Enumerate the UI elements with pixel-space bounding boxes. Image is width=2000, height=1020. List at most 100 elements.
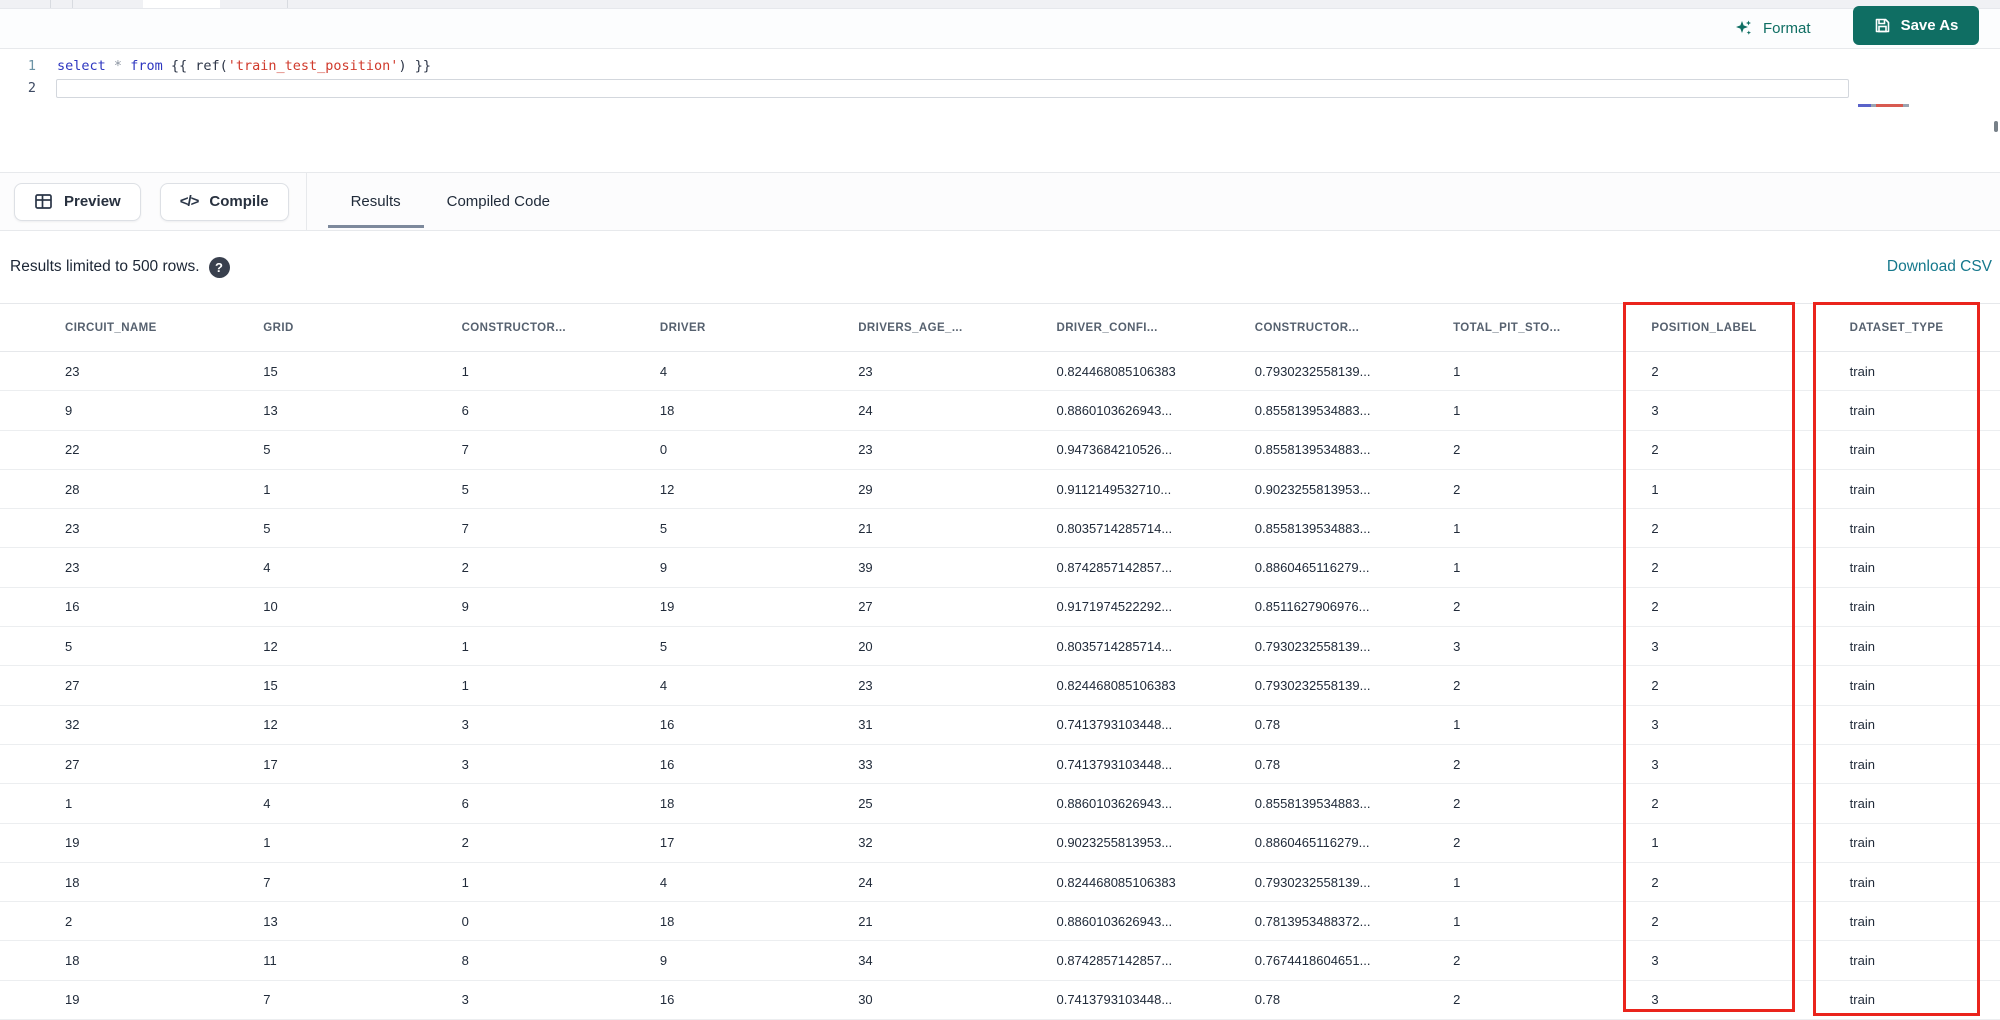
table-cell: 0.8035714285714... <box>1056 520 1173 536</box>
compile-button[interactable]: </> Compile <box>159 182 289 221</box>
results-toolbar: Preview </> Compile Results Compiled Cod… <box>0 172 2000 231</box>
table-cell: 0.824468085106383 <box>1056 678 1176 694</box>
code-brackets-icon: </> <box>179 193 200 210</box>
table-cell: 18 <box>65 874 80 890</box>
table-row: 19 1 2 17 32 0.9023255813953... 0.886046511627… <box>0 824 2000 863</box>
column-header: GRID <box>263 321 294 334</box>
table-row: 19 7 3 16 30 0.7413793103448... 0.78 2 3 train <box>0 981 2000 1020</box>
tab-compiled-code[interactable]: Compiled Code <box>424 173 573 230</box>
table-cell: 0.8860103626943... <box>1056 913 1173 929</box>
table-cell: 28 <box>65 481 80 497</box>
table-cell: 2 <box>1453 599 1461 615</box>
code-token: from <box>130 58 163 74</box>
table-cell: 0.8860465116279... <box>1254 835 1370 851</box>
help-icon[interactable]: ? <box>208 256 230 278</box>
table-cell: train <box>1849 835 1875 851</box>
table-cell: 3 <box>1651 638 1659 654</box>
table-cell: 0.8742857142857... <box>1056 953 1173 969</box>
table-cell: 2 <box>1453 953 1461 969</box>
table-cell: 16 <box>65 599 80 615</box>
table-cell: train <box>1849 913 1875 929</box>
table-cell: 21 <box>858 520 873 536</box>
table-cell: 16 <box>659 717 675 733</box>
code-line[interactable]: 1 select * from {{ ref('train_test_positi… <box>0 57 2000 76</box>
table-cell: 4 <box>263 795 271 811</box>
table-row: 27 15 1 4 23 0.824468085106383 0.7930232558139… <box>0 666 2000 706</box>
table-cell: 29 <box>858 481 873 497</box>
table-cell: 7 <box>263 874 271 890</box>
table-cell: 24 <box>858 402 873 418</box>
table-cell: 1 <box>65 795 73 811</box>
table-cell: 1 <box>1453 874 1461 890</box>
table-cell: 23 <box>858 363 873 379</box>
editor-scrollbar-thumb[interactable] <box>1994 121 1998 132</box>
code-token: select <box>57 58 106 74</box>
preview-button[interactable]: Preview <box>14 182 141 221</box>
sql-code-editor[interactable]: 1 select * from {{ ref('train_test_positi… <box>0 49 2000 194</box>
column-header: DATASET_TYPE <box>1849 321 1944 334</box>
table-cell: 9 <box>461 599 469 615</box>
table-cell: 12 <box>263 638 278 654</box>
table-cell: 0.7413793103448... <box>1056 756 1173 772</box>
table-cell: 4 <box>263 560 271 576</box>
table-row: 23 15 1 4 23 0.824468085106383 0.7930232558139… <box>0 352 2000 392</box>
table-cell: 0.9023255813953... <box>1056 835 1173 851</box>
table-cell: 20 <box>858 638 873 654</box>
table-cell: train <box>1849 481 1875 497</box>
save-as-button[interactable]: Save As <box>1853 6 1979 45</box>
table-cell: 17 <box>659 835 675 851</box>
table-cell: 0.9112149532710... <box>1056 481 1172 497</box>
table-body: 23 15 1 4 23 0.824468085106383 0.7930232558139… <box>0 352 2000 1020</box>
table-cell: 0.7674418604651... <box>1254 953 1371 969</box>
table-cell: 27 <box>65 678 80 694</box>
table-cell: 2 <box>461 835 469 851</box>
preview-button-label: Preview <box>64 193 121 210</box>
table-cell: train <box>1849 560 1875 576</box>
table-cell: 9 <box>65 402 73 418</box>
table-cell: train <box>1849 678 1875 694</box>
table-cell: 8 <box>461 953 469 969</box>
format-button[interactable]: Format <box>1728 13 1817 43</box>
strip-divider <box>50 0 51 8</box>
table-cell: 13 <box>263 913 278 929</box>
table-cell: 0.7930232558139... <box>1254 638 1371 654</box>
table-cell: 2 <box>65 913 73 929</box>
column-header: CONSTRUCTOR... <box>1254 321 1360 334</box>
compile-button-label: Compile <box>209 193 269 210</box>
table-cell: 39 <box>858 560 873 576</box>
table-cell: train <box>1849 992 1875 1008</box>
table-row: 18 7 1 4 24 0.824468085106383 0.7930232558139.… <box>0 863 2000 903</box>
save-icon <box>1874 17 1891 34</box>
table-cell: 0.8558139534883... <box>1254 442 1371 458</box>
tab-compiled-code-label: Compiled Code <box>446 193 551 210</box>
column-header: POSITION_LABEL <box>1651 321 1757 334</box>
column-header: DRIVER <box>659 321 706 334</box>
code-token: ) }} <box>398 58 431 74</box>
row-limit-text: Results limited to 500 rows. <box>10 258 200 275</box>
table-cell: 0.8558139534883... <box>1254 520 1371 536</box>
editor-header-bar: Format Save As <box>0 6 2000 49</box>
table-cell: 0.7413793103448... <box>1056 717 1173 733</box>
table-cell: 3 <box>461 992 469 1008</box>
tab-results[interactable]: Results <box>327 173 424 230</box>
table-grid-icon <box>34 192 53 211</box>
table-cell: 0.8742857142857... <box>1056 560 1173 576</box>
table-cell: 0.7813953488372... <box>1254 913 1371 929</box>
table-cell: 23 <box>858 442 873 458</box>
table-cell: 3 <box>1453 638 1461 654</box>
table-cell: 4 <box>659 874 668 890</box>
table-row: 9 13 6 18 24 0.8860103626943... 0.855813953488… <box>0 391 2000 431</box>
table-cell: 7 <box>461 442 469 458</box>
code-line[interactable]: 2 <box>0 79 2000 98</box>
code-editor-lines: 1 select * from {{ ref('train_test_positi… <box>0 57 2000 98</box>
table-row: 1 4 6 18 25 0.8860103626943... 0.8558139534883… <box>0 784 2000 824</box>
save-as-button-label: Save As <box>1900 17 1959 34</box>
table-cell: 3 <box>1651 717 1659 733</box>
table-cell: 15 <box>263 678 278 694</box>
strip-divider <box>287 0 288 8</box>
table-cell: train <box>1849 638 1875 654</box>
table-cell: 7 <box>461 520 469 536</box>
download-csv-link[interactable]: Download CSV <box>1887 258 1992 276</box>
table-cell: 19 <box>65 992 80 1008</box>
column-header: TOTAL_PIT_STO... <box>1453 321 1561 334</box>
